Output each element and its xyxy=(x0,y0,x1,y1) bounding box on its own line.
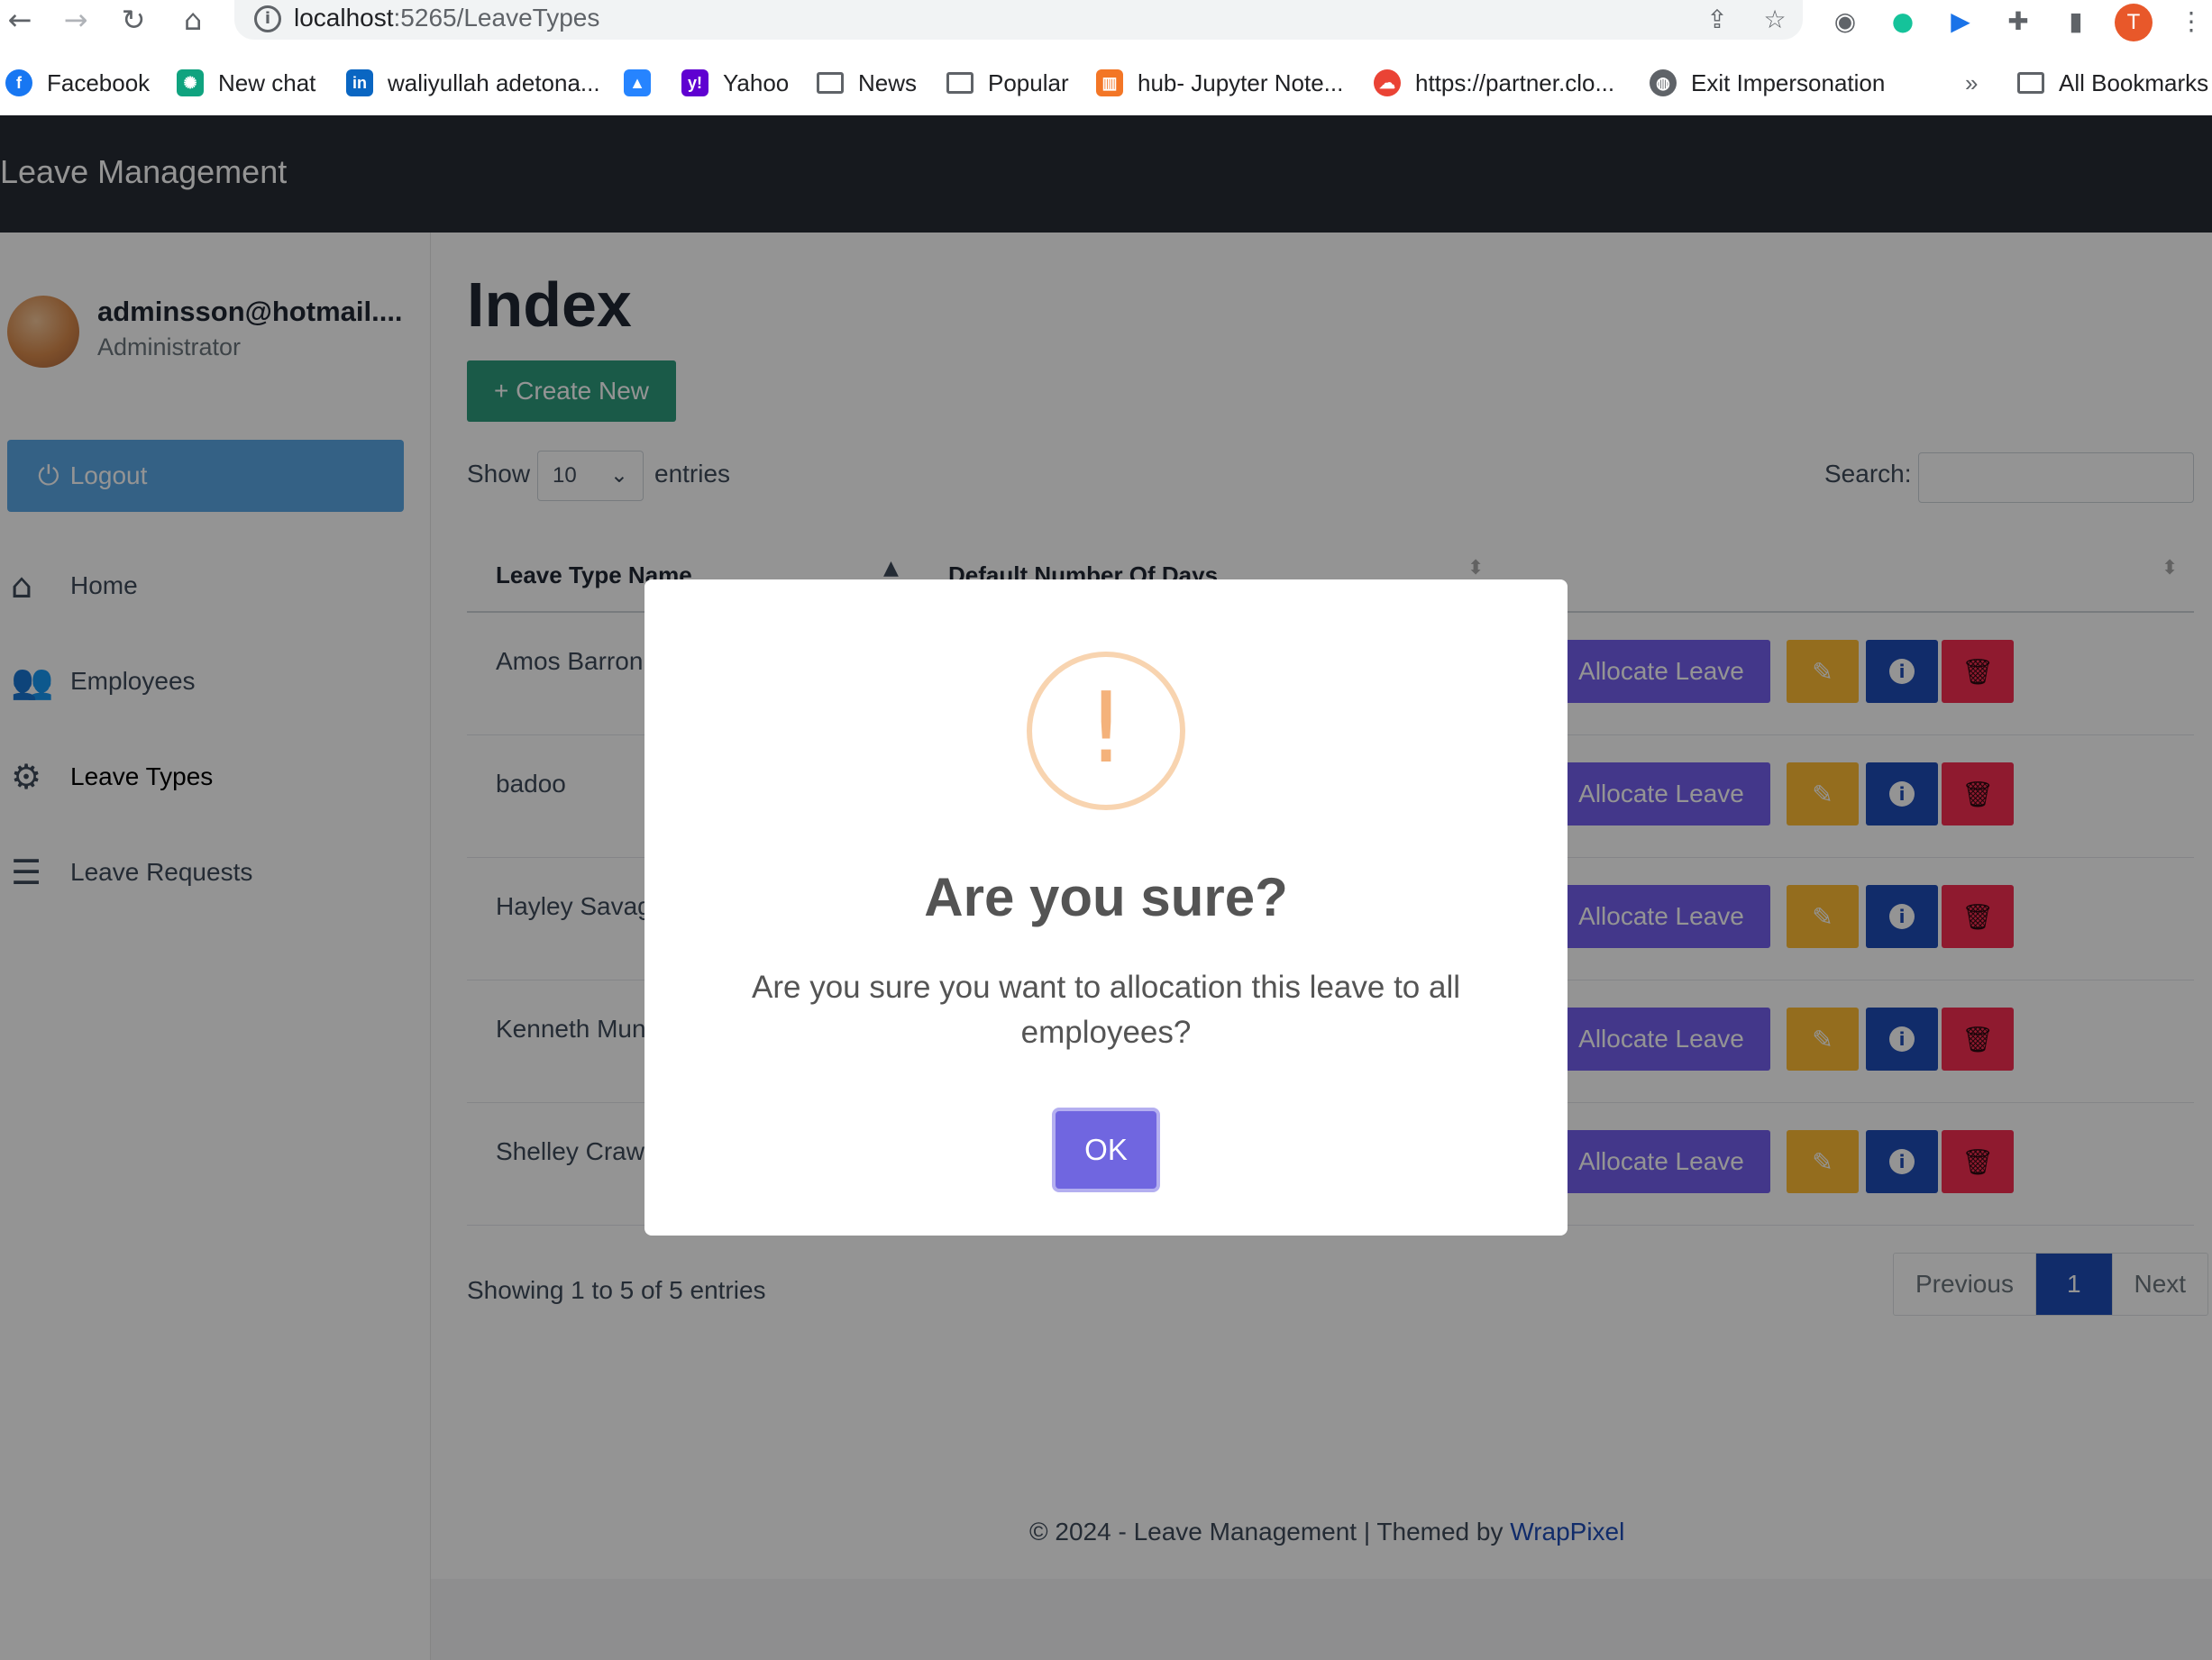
google-cloud-icon: ☁ xyxy=(1374,69,1401,96)
bookmark-popular[interactable]: Popular xyxy=(946,67,1069,99)
extension-play-icon[interactable]: ▶ xyxy=(1945,5,1976,36)
bookmark-atlassian[interactable]: ▲ xyxy=(624,67,665,99)
linkedin-icon: in xyxy=(346,69,373,96)
site-info-icon[interactable]: i xyxy=(254,5,281,32)
bookmark-partner-cloud[interactable]: ☁ https://partner.clo... xyxy=(1374,67,1614,99)
confirm-dialog: ! Are you sure? Are you sure you want to… xyxy=(644,579,1568,1236)
atlassian-icon: ▲ xyxy=(624,69,651,96)
bookmark-new-chat[interactable]: ✺ New chat xyxy=(177,67,315,99)
bookmark-linkedin[interactable]: in waliyullah adetona... xyxy=(346,67,600,99)
folder-icon xyxy=(817,72,844,94)
profile-avatar[interactable]: T xyxy=(2115,4,2153,41)
back-icon[interactable]: ← xyxy=(4,3,36,37)
forward-icon[interactable]: → xyxy=(59,3,92,37)
bookmarks-bar: f Facebook ✺ New chat in waliyullah adetona… xyxy=(0,59,2212,106)
folder-icon xyxy=(946,72,973,94)
extension-owl-icon[interactable]: ◉ xyxy=(1830,5,1860,36)
bookmark-label: Facebook xyxy=(47,68,151,96)
warning-icon: ! xyxy=(1027,652,1185,810)
dialog-title: Are you sure? xyxy=(924,867,1288,927)
more-bookmarks-icon[interactable]: » xyxy=(1965,67,1978,99)
jupyter-icon: ▥ xyxy=(1096,69,1123,96)
bookmark-label: Yahoo xyxy=(723,68,790,96)
bookmark-label: hub- Jupyter Note... xyxy=(1138,68,1344,96)
bookmark-exit-impersonation[interactable]: ◍ Exit Impersonation xyxy=(1650,67,1885,99)
share-icon[interactable]: ⇪ xyxy=(1702,4,1732,34)
bookmark-label: waliyullah adetona... xyxy=(388,68,600,96)
all-bookmarks[interactable]: All Bookmarks xyxy=(2017,67,2208,99)
bookmark-label: Exit Impersonation xyxy=(1691,68,1886,96)
grammarly-icon[interactable]: ● xyxy=(1888,5,1918,36)
bookmark-label: https://partner.clo... xyxy=(1415,68,1615,96)
browser-menu-icon[interactable]: ⋮ xyxy=(2176,5,2207,36)
side-panel-icon[interactable]: ▮ xyxy=(2061,5,2091,36)
all-bookmarks-label: All Bookmarks xyxy=(2059,68,2209,96)
bookmark-jupyter[interactable]: ▥ hub- Jupyter Note... xyxy=(1096,67,1343,99)
bookmark-yahoo[interactable]: y! Yahoo xyxy=(681,67,789,99)
chatgpt-icon: ✺ xyxy=(177,69,204,96)
browser-toolbar: ← → ↻ ⌂ i localhost:5265/LeaveTypes ⇪ ☆ … xyxy=(0,0,2212,41)
globe-icon: ◍ xyxy=(1650,69,1677,96)
url-path: :5265/LeaveTypes xyxy=(393,4,600,32)
bookmark-news[interactable]: News xyxy=(817,67,917,99)
facebook-icon: f xyxy=(5,69,32,96)
ok-button[interactable]: OK xyxy=(1052,1108,1160,1192)
reload-icon[interactable]: ↻ xyxy=(117,3,150,37)
dialog-message: Are you sure you want to allocation this… xyxy=(752,970,1460,1050)
bookmark-star-icon[interactable]: ☆ xyxy=(1760,4,1790,34)
bookmark-label: New chat xyxy=(218,68,316,96)
extensions-puzzle-icon[interactable]: ✚ xyxy=(2003,5,2034,36)
home-browser-icon[interactable]: ⌂ xyxy=(177,3,209,37)
bookmark-label: Popular xyxy=(988,68,1069,96)
yahoo-icon: y! xyxy=(681,69,708,96)
url-host: localhost xyxy=(294,4,394,32)
address-bar[interactable]: i localhost:5265/LeaveTypes ⇪ ☆ xyxy=(234,0,1803,40)
folder-icon xyxy=(2017,72,2044,94)
bookmark-facebook[interactable]: f Facebook xyxy=(5,67,150,99)
warning-glyph: ! xyxy=(1086,672,1126,785)
url-text[interactable]: localhost:5265/LeaveTypes xyxy=(294,4,599,32)
bookmark-label: News xyxy=(858,68,918,96)
